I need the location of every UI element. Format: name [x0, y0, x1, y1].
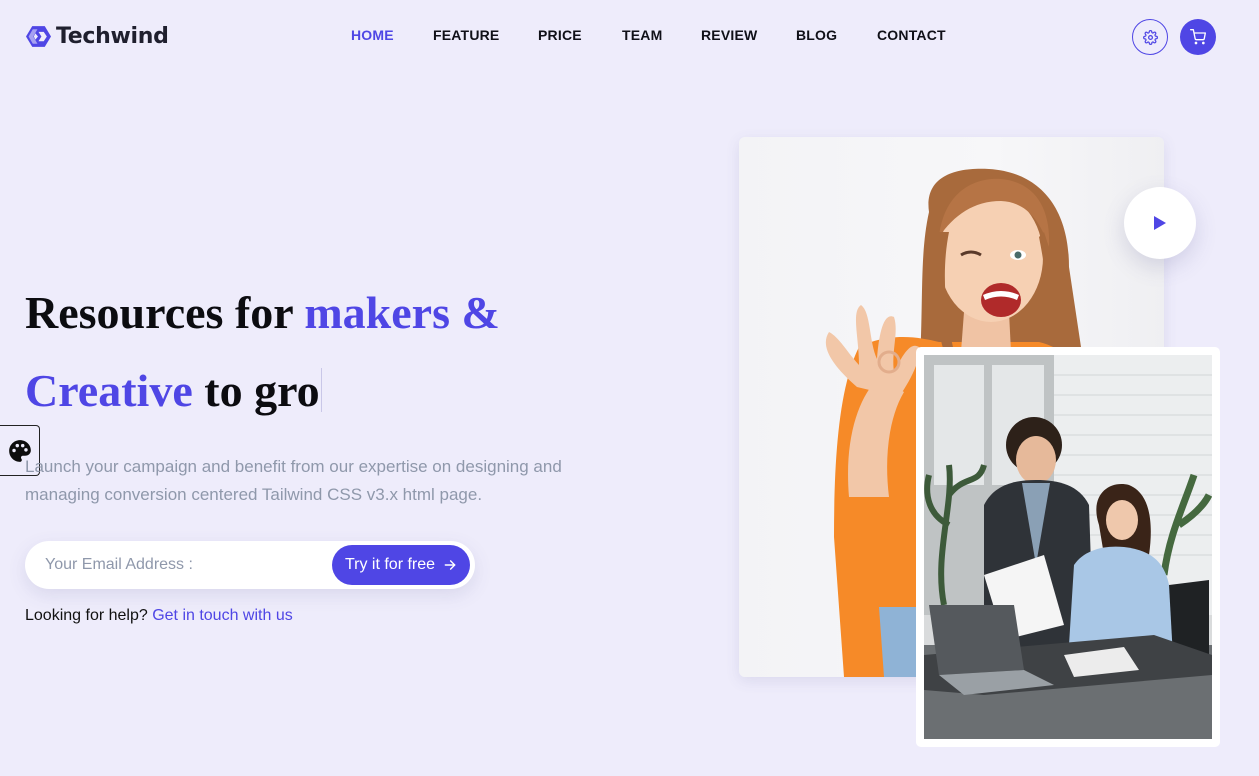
main-nav: HOME FEATURE PRICE TEAM REVIEW BLOG CONT… — [0, 27, 1259, 47]
video-play-button[interactable] — [1124, 187, 1196, 259]
headline-accent-2: Creative — [25, 365, 193, 416]
cart-button[interactable] — [1180, 19, 1216, 55]
nav-review[interactable]: REVIEW — [701, 27, 757, 43]
play-icon — [1154, 216, 1166, 230]
nav-team[interactable]: TEAM — [622, 27, 662, 43]
office-photo — [924, 355, 1212, 739]
try-free-button[interactable]: Try it for free — [332, 545, 470, 585]
nav-feature[interactable]: FEATURE — [433, 27, 499, 43]
email-input[interactable] — [45, 551, 325, 579]
help-text: Looking for help? Get in touch with us — [25, 607, 293, 625]
cart-icon — [1190, 29, 1206, 45]
nav-blog[interactable]: BLOG — [796, 27, 837, 43]
contact-link[interactable]: Get in touch with us — [152, 607, 293, 624]
headline-accent-1: makers & — [304, 287, 500, 338]
hero-headline: Resources for makers & Creative to gro — [25, 274, 500, 430]
arrow-right-icon — [444, 560, 456, 570]
subscribe-form: Try it for free — [25, 541, 475, 589]
settings-button[interactable] — [1132, 19, 1168, 55]
headline-text-2: to gro — [192, 365, 320, 416]
nav-contact[interactable]: CONTACT — [877, 27, 946, 43]
help-prefix: Looking for help? — [25, 607, 153, 624]
nav-price[interactable]: PRICE — [538, 27, 582, 43]
headline-text-1: Resources for — [25, 287, 305, 338]
typing-caret — [320, 368, 322, 412]
nav-home[interactable]: HOME — [351, 27, 394, 43]
hero-description: Launch your campaign and benefit from ou… — [25, 457, 562, 504]
gear-icon — [1142, 29, 1158, 45]
office-image-frame — [916, 347, 1220, 747]
try-free-label: Try it for free — [344, 556, 436, 573]
